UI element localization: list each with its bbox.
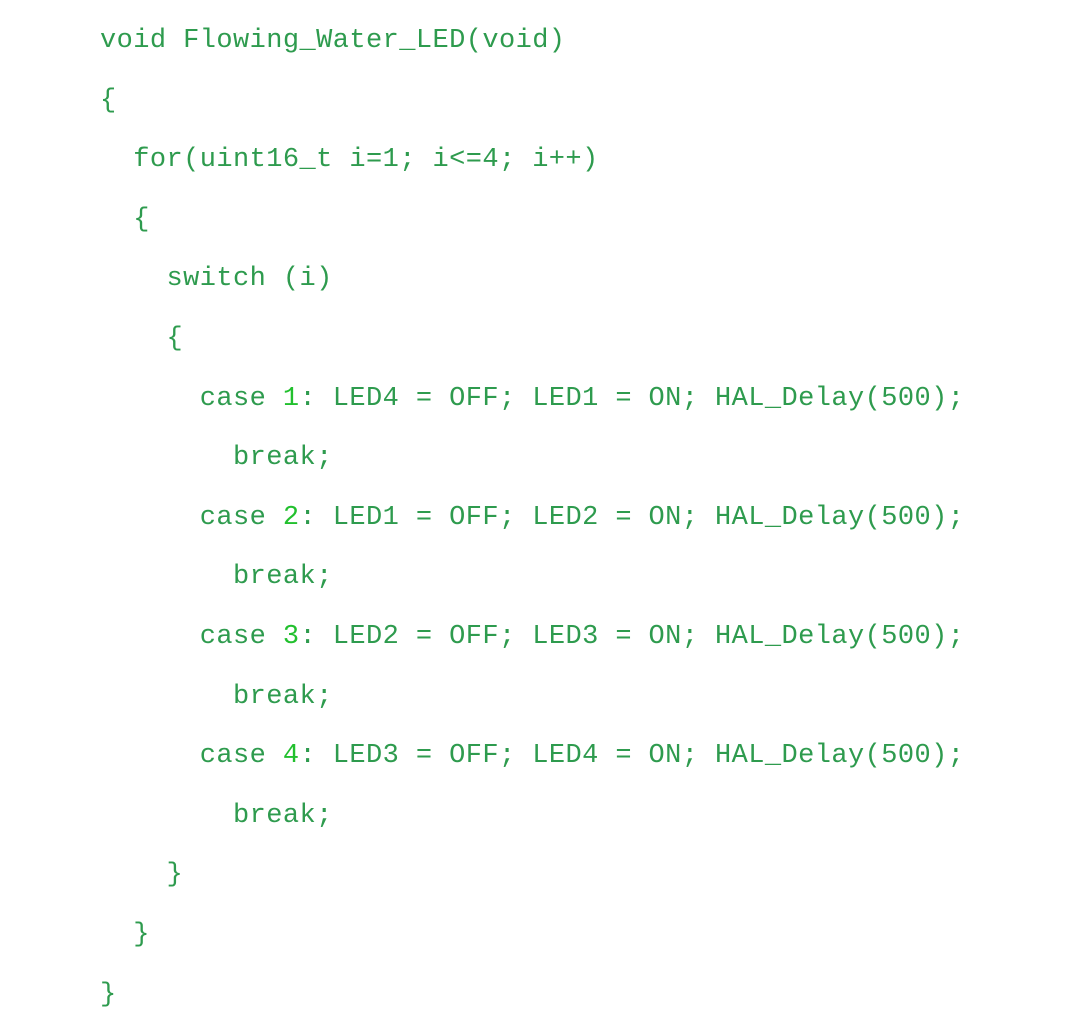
code-line: } [100, 979, 117, 1010]
case-literal: 2 [282, 502, 300, 533]
code-line: } [100, 860, 184, 891]
code-block: void Flowing_Water_LED(void) { for(uint1… [100, 26, 965, 1012]
case-literal: 1 [282, 383, 300, 414]
code-line: } [100, 919, 150, 950]
code-line: case 2: LED1 = OFF; LED2 = ON; HAL_Delay… [100, 502, 965, 533]
code-line: break; [100, 800, 333, 831]
code-line: switch (i) [100, 264, 333, 295]
code-line: case 4: LED3 = OFF; LED4 = ON; HAL_Delay… [100, 741, 965, 772]
code-line: void Flowing_Water_LED(void) [100, 26, 566, 56]
code-line: break; [100, 443, 333, 474]
code-line: case 3: LED2 = OFF; LED3 = ON; HAL_Delay… [100, 621, 965, 652]
code-listing-page: void Flowing_Water_LED(void) { for(uint1… [0, 0, 1080, 1009]
code-line: { [100, 204, 150, 235]
code-line: case 1: LED4 = OFF; LED1 = ON; HAL_Delay… [100, 383, 965, 414]
code-line: break; [100, 562, 333, 593]
code-line: { [100, 85, 117, 116]
case-literal: 4 [282, 741, 300, 772]
code-line: { [100, 323, 184, 354]
code-line: for(uint16_t i=1; i<=4; i++) [100, 145, 599, 176]
case-literal: 3 [282, 621, 300, 652]
code-line: break; [100, 681, 333, 712]
